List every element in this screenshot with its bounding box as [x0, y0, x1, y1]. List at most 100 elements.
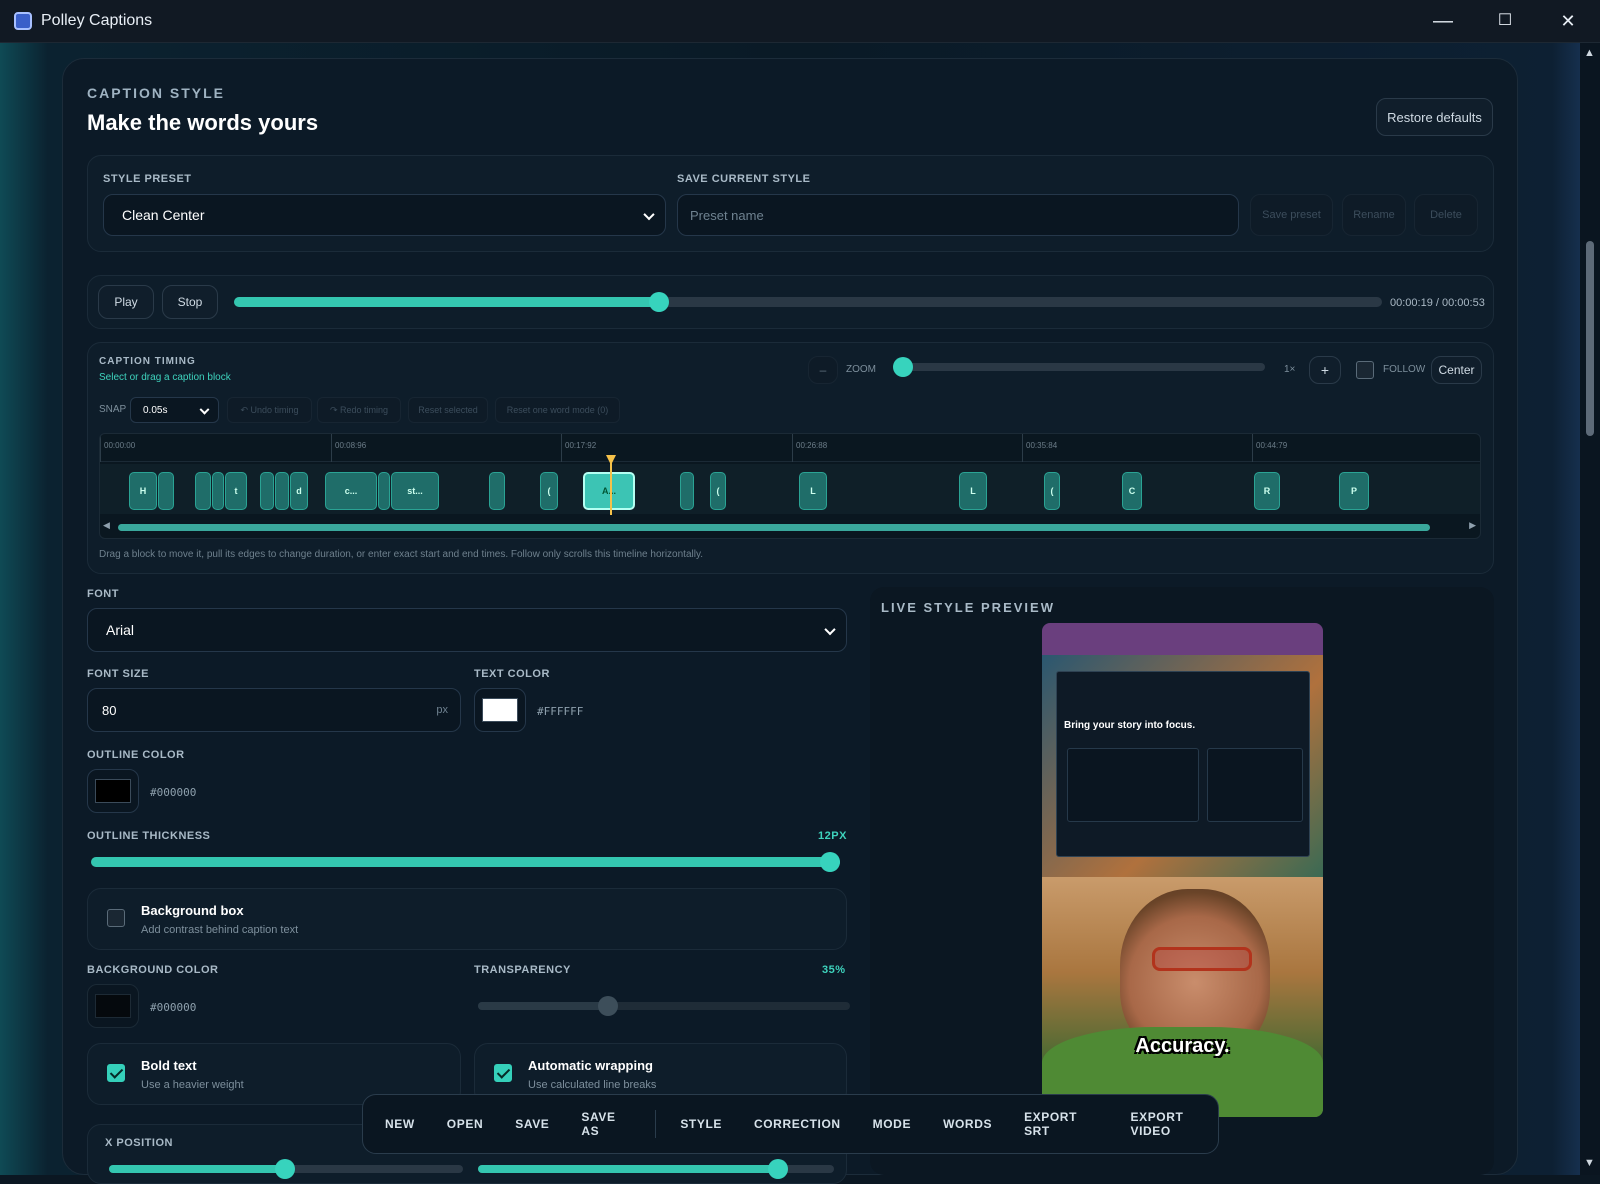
x-position-handle[interactable] [275, 1159, 295, 1179]
style-preset-label: STYLE PRESET [103, 173, 192, 185]
follow-checkbox[interactable] [1356, 361, 1374, 379]
undo-timing-button[interactable]: ↶ Undo timing [227, 397, 312, 423]
transparency-slider[interactable] [478, 996, 850, 1016]
scroll-right-icon[interactable]: ▶ [1469, 520, 1476, 531]
zoom-in-button[interactable]: + [1309, 356, 1341, 384]
reset-selected-button[interactable]: Reset selected [408, 397, 488, 423]
caption-block[interactable]: ( [1044, 472, 1060, 510]
caption-block[interactable] [158, 472, 174, 510]
center-button[interactable]: Center [1431, 356, 1482, 384]
menu-save[interactable]: SAVE [515, 1117, 549, 1131]
style-preset-select[interactable]: Clean Center [103, 194, 666, 236]
preset-name-input[interactable]: Preset name [677, 194, 1239, 236]
caption-timeline[interactable]: 00:00:00 00:08:96 00:17:92 00:26:88 00:3… [99, 433, 1481, 539]
y-position-fill [478, 1165, 778, 1173]
y-position-slider[interactable] [478, 1159, 834, 1179]
zoom-slider-handle[interactable] [893, 357, 913, 377]
outline-color-picker[interactable] [87, 769, 139, 813]
zoom-out-button[interactable]: – [808, 356, 838, 384]
background-box-option[interactable] [87, 888, 847, 950]
caption-block[interactable] [195, 472, 211, 510]
preview-webcam: Accuracy. [1042, 877, 1323, 1117]
restore-defaults-button[interactable]: Restore defaults [1376, 98, 1493, 136]
font-select[interactable]: Arial [87, 608, 847, 652]
caption-block[interactable] [489, 472, 505, 510]
caption-block[interactable] [275, 472, 289, 510]
minimize-button[interactable]: — [1420, 6, 1466, 36]
timeline-playhead[interactable] [610, 461, 612, 515]
caption-block[interactable]: ( [540, 472, 558, 510]
auto-wrap-checkbox[interactable] [494, 1064, 512, 1082]
caption-block[interactable] [680, 472, 694, 510]
text-color-picker[interactable] [474, 688, 526, 732]
caption-block[interactable]: L [799, 472, 827, 510]
font-size-input[interactable]: 80 px [87, 688, 461, 732]
window-title: Polley Captions [41, 12, 153, 29]
chevron-down-icon [643, 208, 655, 221]
follow-label: FOLLOW [1383, 364, 1426, 375]
caption-block[interactable]: d [290, 472, 308, 510]
caption-block[interactable]: t [225, 472, 247, 510]
menu-save-as[interactable]: SAVE AS [581, 1110, 631, 1138]
caption-block[interactable]: H [129, 472, 157, 510]
caption-block[interactable]: c... [325, 472, 377, 510]
save-preset-button[interactable]: Save preset [1250, 194, 1333, 236]
preview-upload-card [1067, 748, 1199, 822]
preview-caption: Accuracy. [1135, 1035, 1230, 1057]
x-position-label: X POSITION [105, 1137, 173, 1149]
caption-block[interactable]: P [1339, 472, 1369, 510]
background-color-picker[interactable] [87, 984, 139, 1028]
caption-block-selected[interactable]: A... [583, 472, 635, 510]
caption-block[interactable] [212, 472, 224, 510]
rename-preset-button[interactable]: Rename [1342, 194, 1406, 236]
menu-open[interactable]: OPEN [447, 1117, 483, 1131]
font-size-label: FONT SIZE [87, 668, 149, 680]
caption-block[interactable]: C [1122, 472, 1142, 510]
play-button[interactable]: Play [98, 285, 154, 319]
menu-export-srt[interactable]: EXPORT SRT [1024, 1110, 1098, 1138]
section-title: Make the words yours [87, 110, 319, 135]
scroll-down-icon[interactable]: ▼ [1584, 1157, 1595, 1169]
y-position-handle[interactable] [768, 1159, 788, 1179]
background-color-label: BACKGROUND COLOR [87, 964, 219, 976]
timeline-horizontal-scrollbar[interactable] [118, 524, 1430, 531]
outline-thickness-slider[interactable] [91, 852, 840, 872]
menu-words[interactable]: WORDS [943, 1117, 992, 1131]
reset-one-word-button[interactable]: Reset one word mode (0) [495, 397, 620, 423]
redo-timing-button[interactable]: ↷ Redo timing [317, 397, 401, 423]
background-color-swatch [95, 994, 131, 1018]
vertical-scrollbar[interactable]: ▲ ▼ [1580, 43, 1600, 1175]
menu-mode[interactable]: MODE [873, 1117, 911, 1131]
scroll-left-icon[interactable]: ◀ [103, 520, 110, 531]
menu-style[interactable]: STYLE [680, 1117, 722, 1131]
outline-thickness-label: OUTLINE THICKNESS [87, 830, 211, 842]
stop-button[interactable]: Stop [162, 285, 218, 319]
background-box-title: Background box [141, 903, 244, 918]
playback-slider[interactable] [234, 292, 1382, 312]
caption-block[interactable] [378, 472, 390, 510]
caption-timing-hint: Select or drag a caption block [99, 372, 231, 383]
caption-block[interactable]: R [1254, 472, 1280, 510]
zoom-slider[interactable] [893, 357, 1265, 377]
maximize-button[interactable]: ☐ [1482, 6, 1528, 36]
playback-time: 00:00:19 / 00:00:53 [1390, 297, 1485, 309]
scrollbar-thumb[interactable] [1586, 241, 1594, 436]
snap-select[interactable]: 0.05s [130, 397, 219, 423]
bold-text-checkbox[interactable] [107, 1064, 125, 1082]
auto-wrap-title: Automatic wrapping [528, 1058, 653, 1073]
preview-screen-capture: Bring your story into focus. [1042, 655, 1323, 877]
delete-preset-button[interactable]: Delete [1414, 194, 1478, 236]
menu-export-video[interactable]: EXPORT VIDEO [1131, 1110, 1219, 1138]
close-button[interactable]: ✕ [1545, 6, 1591, 36]
caption-block[interactable]: st... [391, 472, 439, 510]
caption-block[interactable] [260, 472, 274, 510]
outline-thickness-handle[interactable] [820, 852, 840, 872]
background-box-checkbox[interactable] [107, 909, 125, 927]
caption-block[interactable]: ( [710, 472, 726, 510]
playback-slider-handle[interactable] [648, 292, 669, 312]
caption-block[interactable]: L [959, 472, 987, 510]
scroll-up-icon[interactable]: ▲ [1584, 47, 1595, 59]
menu-new[interactable]: NEW [385, 1117, 415, 1131]
x-position-slider[interactable] [109, 1159, 463, 1179]
menu-correction[interactable]: CORRECTION [754, 1117, 841, 1131]
